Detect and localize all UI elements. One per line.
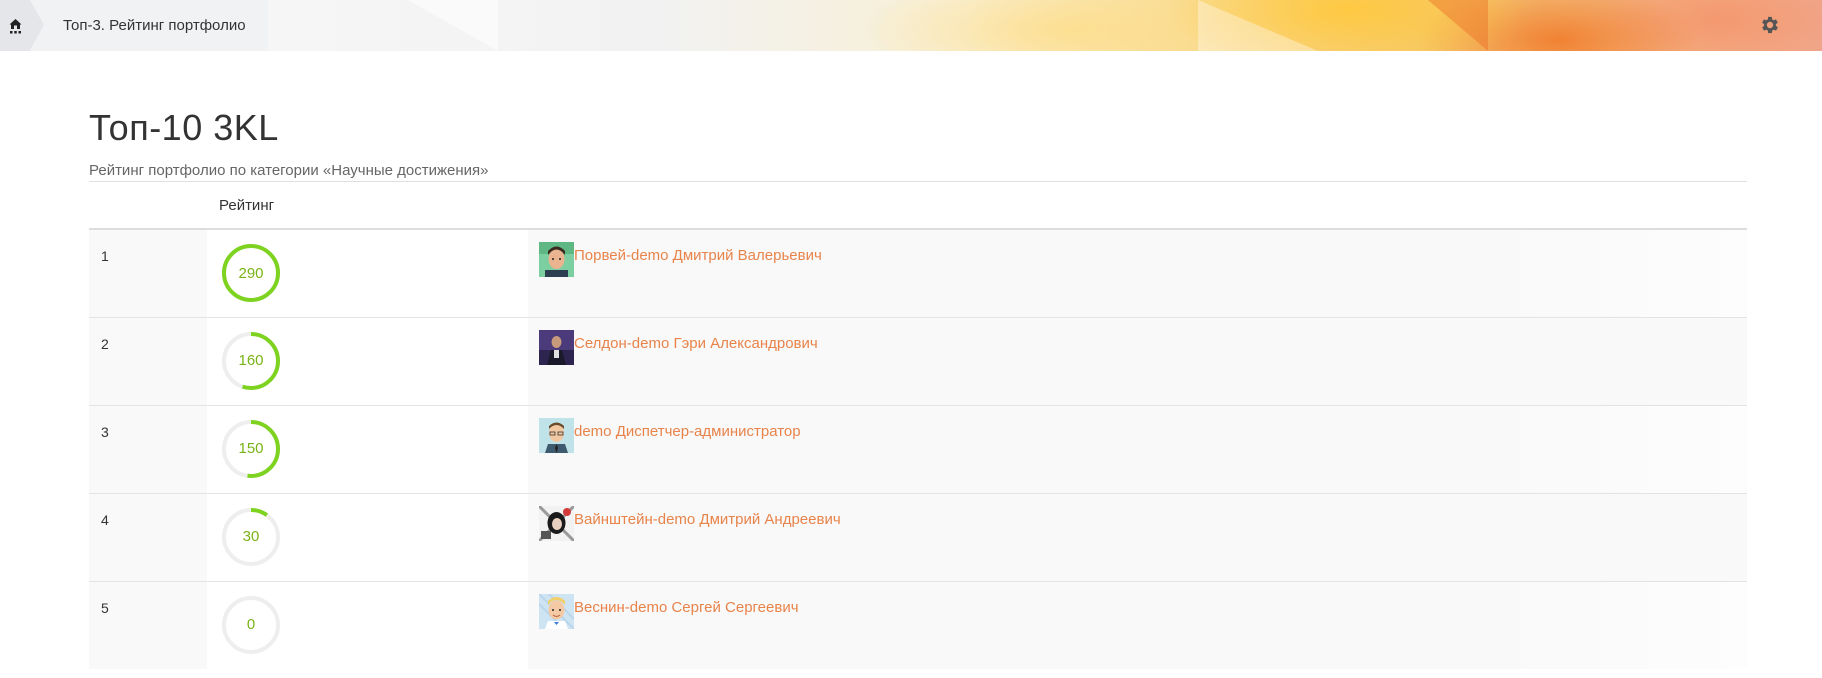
- table-row: 4 30 Вайнштейн-demo Дмитрий Андреевич: [89, 492, 1747, 581]
- avatar[interactable]: [539, 417, 574, 453]
- rating-cell: 0: [207, 580, 528, 669]
- rank-number: 3: [101, 423, 109, 440]
- main-content: Топ-10 3KL Рейтинг портфолио по категори…: [89, 51, 1747, 669]
- user-cell: Порвей-demo Дмитрий Валерьевич: [528, 228, 1747, 317]
- gear-icon[interactable]: [1759, 14, 1781, 36]
- rating-cell: 150: [207, 404, 528, 493]
- table-row: 5 0 Веснин-demo Сергей Сергеевич: [89, 580, 1747, 669]
- rank-cell: 4: [89, 492, 207, 581]
- table-row: 2 160 Селдон-demo Гэри Александрович: [89, 316, 1747, 405]
- rank-number: 1: [101, 248, 109, 264]
- rating-value: 150: [238, 440, 264, 457]
- table-header-row: Рейтинг: [89, 182, 1747, 230]
- rating-cell: 290: [207, 228, 528, 317]
- rating-value: 290: [238, 264, 264, 282]
- rating-ring: 290: [219, 241, 283, 305]
- rating-value: 0: [246, 616, 256, 633]
- rating-cell: 160: [207, 316, 528, 405]
- column-header-rating: Рейтинг: [207, 182, 528, 230]
- settings-button[interactable]: [1758, 13, 1782, 37]
- avatar[interactable]: [539, 593, 574, 629]
- home-icon[interactable]: [9, 18, 22, 34]
- rating-ring: 30: [219, 505, 283, 569]
- column-header-rank: [89, 182, 207, 230]
- rank-cell: 1: [89, 228, 207, 317]
- rating-ring: 160: [219, 329, 283, 393]
- rating-table: Рейтинг 1 290 Порвей-demo Дмитрий Валерьев…: [89, 182, 1747, 669]
- user-name-link[interactable]: Порвей-demo Дмитрий Валерьевич: [574, 246, 822, 266]
- top-bar: Топ-3. Рейтинг портфолио: [0, 0, 1822, 51]
- avatar[interactable]: [539, 505, 574, 541]
- rank-number: 4: [101, 511, 109, 528]
- rating-value: 30: [242, 528, 260, 545]
- page-subtitle: Рейтинг портфолио по категории «Научные …: [89, 162, 1747, 182]
- avatar[interactable]: [539, 329, 574, 365]
- user-name-link[interactable]: Селдон-demo Гэри Александрович: [574, 334, 818, 354]
- rating-ring: 0: [219, 593, 283, 657]
- rating-ring: 150: [219, 417, 283, 481]
- rank-number: 2: [101, 335, 109, 352]
- header-banner: [268, 0, 1822, 51]
- table-row: 3 150 demo Диспетчер-администратор: [89, 404, 1747, 493]
- breadcrumb: Топ-3. Рейтинг портфолио: [0, 0, 268, 51]
- user-name-link[interactable]: demo Диспетчер-администратор: [574, 422, 801, 442]
- rank-number: 5: [101, 599, 109, 616]
- rating-cell: 30: [207, 492, 528, 581]
- user-cell: Веснин-demo Сергей Сергеевич: [528, 580, 1747, 669]
- user-cell: Селдон-demo Гэри Александрович: [528, 316, 1747, 405]
- breadcrumb-current: Топ-3. Рейтинг портфолио: [30, 0, 268, 51]
- avatar[interactable]: [539, 242, 574, 277]
- page-title: Топ-10 3KL: [89, 107, 279, 148]
- rank-cell: 2: [89, 316, 207, 405]
- table-row: 1 290 Порвей-demo Дмитрий Валерьевич: [89, 228, 1747, 317]
- rank-cell: 3: [89, 404, 207, 493]
- user-name-link[interactable]: Вайнштейн-demo Дмитрий Андреевич: [574, 510, 841, 530]
- user-name-link[interactable]: Веснин-demo Сергей Сергеевич: [574, 598, 799, 618]
- rating-value: 160: [238, 352, 264, 369]
- rank-cell: 5: [89, 580, 207, 669]
- column-header-user: [528, 182, 1747, 230]
- user-cell: demo Диспетчер-администратор: [528, 404, 1747, 493]
- user-cell: Вайнштейн-demo Дмитрий Андреевич: [528, 492, 1747, 581]
- breadcrumb-home[interactable]: [0, 0, 44, 51]
